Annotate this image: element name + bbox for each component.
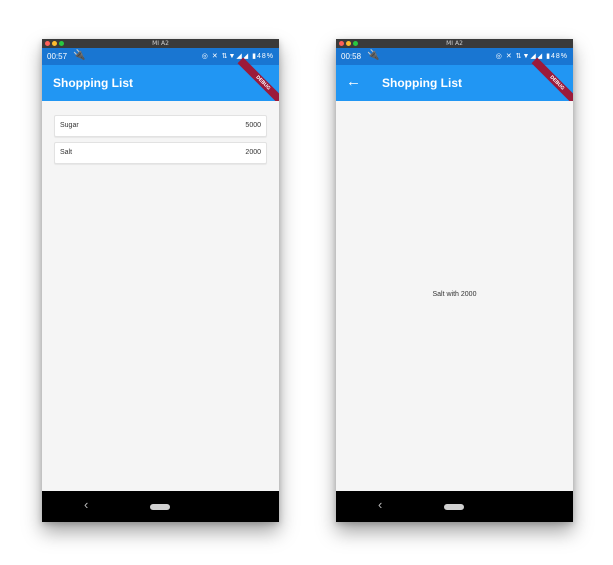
nav-home-icon[interactable] — [150, 504, 170, 510]
item-name: Sugar — [60, 122, 79, 129]
usb-debug-icon: 🔌 — [367, 50, 380, 61]
window-title: MI A2 — [446, 40, 463, 47]
list-item[interactable]: Sugar 5000 — [54, 115, 267, 137]
emulator-right: MI A2 00:58 🔌 ◎ ✕ ⇅▼◢◢ ▮48% ← Shopping L… — [336, 39, 573, 522]
window-title: MI A2 — [152, 40, 169, 47]
nav-home-icon[interactable] — [444, 504, 464, 510]
window-titlebar: MI A2 — [42, 39, 279, 48]
status-time: 00:57 — [47, 52, 68, 61]
nav-back-icon[interactable]: ‹ — [378, 497, 382, 512]
list-item[interactable]: Salt 2000 — [54, 142, 267, 164]
detail-text: Salt with 2000 — [432, 291, 477, 298]
shopping-list: Sugar 5000 Salt 2000 — [54, 115, 267, 169]
status-icons: ◎ ✕ ⇅▼◢◢ ▮48% — [495, 53, 568, 60]
status-time: 00:58 — [341, 52, 362, 61]
app-bar-title: Shopping List — [382, 76, 462, 90]
item-quantity: 5000 — [245, 122, 261, 129]
nav-back-icon[interactable]: ‹ — [84, 497, 88, 512]
window-titlebar: MI A2 — [336, 39, 573, 48]
back-arrow-icon[interactable]: ← — [346, 72, 361, 92]
item-quantity: 2000 — [245, 149, 261, 156]
detail-screen: Salt with 2000 — [336, 101, 573, 491]
emulator-left: MI A2 00:57 🔌 ◎ ✕ ⇅▼◢◢ ▮48% Shopping Lis… — [42, 39, 279, 522]
system-nav-bar: ‹ — [336, 491, 573, 522]
item-name: Salt — [60, 149, 73, 156]
system-nav-bar: ‹ — [42, 491, 279, 522]
app-bar: Shopping List DEBUG — [42, 57, 279, 109]
status-icons: ◎ ✕ ⇅▼◢◢ ▮48% — [201, 53, 274, 60]
app-bar-title: Shopping List — [53, 76, 133, 90]
usb-debug-icon: 🔌 — [73, 50, 86, 61]
list-screen: Sugar 5000 Salt 2000 — [42, 101, 279, 491]
app-bar: ← Shopping List DEBUG — [336, 57, 573, 109]
